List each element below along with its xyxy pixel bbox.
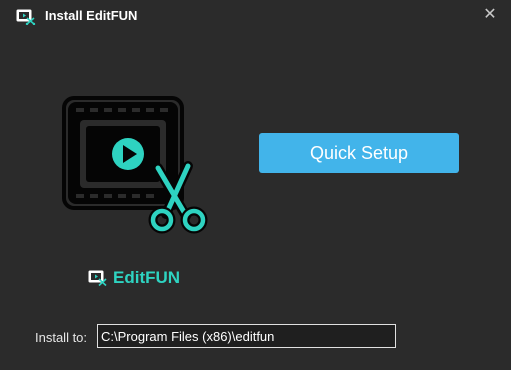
close-icon[interactable]: ✕: [483, 6, 496, 23]
film-strip-play-scissors-icon: [62, 96, 208, 234]
video-scissors-icon: [88, 270, 107, 287]
video-scissors-icon: [16, 9, 36, 25]
close-button[interactable]: ✕: [481, 4, 499, 26]
installer-window: Install EditFUN ✕ Quick Setup EditFUN In…: [0, 0, 511, 370]
quick-setup-button[interactable]: Quick Setup: [259, 133, 459, 173]
window-title: Install EditFUN: [45, 8, 138, 23]
title-bar: Install EditFUN ✕: [0, 0, 511, 34]
brand-name: EditFUN: [113, 268, 181, 287]
install-location-label: Install to:: [35, 330, 88, 345]
install-path-input[interactable]: [97, 324, 396, 348]
